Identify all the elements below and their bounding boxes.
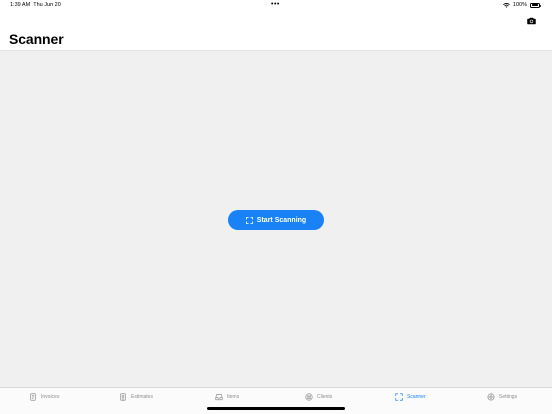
tab-clients-label: Clients [317,394,333,400]
clients-icon [305,393,313,401]
scan-frame-icon [245,216,253,224]
tab-bar: Invoices Estimates Items Clients Scanner… [0,387,552,414]
status-bar: 1:39 AM Thu Jun 20 ••• 100% [0,0,552,12]
status-clock: 1:39 AM [10,2,31,8]
page-title: Scanner [9,31,64,47]
navigation-header: Scanner [0,12,552,50]
estimate-icon [120,393,126,401]
battery-icon [530,2,541,8]
start-scanning-label: Start Scanning [256,216,307,224]
tab-items-label: Items [227,394,240,400]
inbox-tray-icon [215,394,223,401]
start-scanning-button[interactable]: Start Scanning [228,210,324,230]
status-date: Thu Jun 20 [33,2,61,8]
tab-scanner-label: Scanner [407,394,426,400]
tab-estimates-label: Estimates [131,394,153,400]
status-indicators: 100% [503,2,541,8]
document-icon [30,393,36,401]
wifi-icon [503,2,510,8]
tab-estimates[interactable]: Estimates [119,393,153,401]
scan-frame-icon [395,393,403,401]
tab-settings-label: Settings [499,394,518,400]
tab-scanner[interactable]: Scanner [395,393,426,401]
scanner-content: Start Scanning [0,50,552,387]
tab-invoices-label: Invoices [41,394,60,400]
tab-invoices[interactable]: Invoices [29,393,59,401]
camera-button[interactable] [524,15,538,27]
tab-clients[interactable]: Clients [305,393,332,401]
status-time: 1:39 AM Thu Jun 20 [10,2,61,8]
scanner-screen: 1:39 AM Thu Jun 20 ••• 100% Scanner Star… [0,0,552,414]
camera-icon [526,17,536,25]
battery-percent: 100% [512,2,527,8]
tab-settings[interactable]: Settings [487,393,517,401]
tab-items[interactable]: Items [215,393,239,401]
home-indicator[interactable] [207,407,345,410]
multitask-dots[interactable]: ••• [271,1,280,8]
gear-icon [487,393,495,401]
